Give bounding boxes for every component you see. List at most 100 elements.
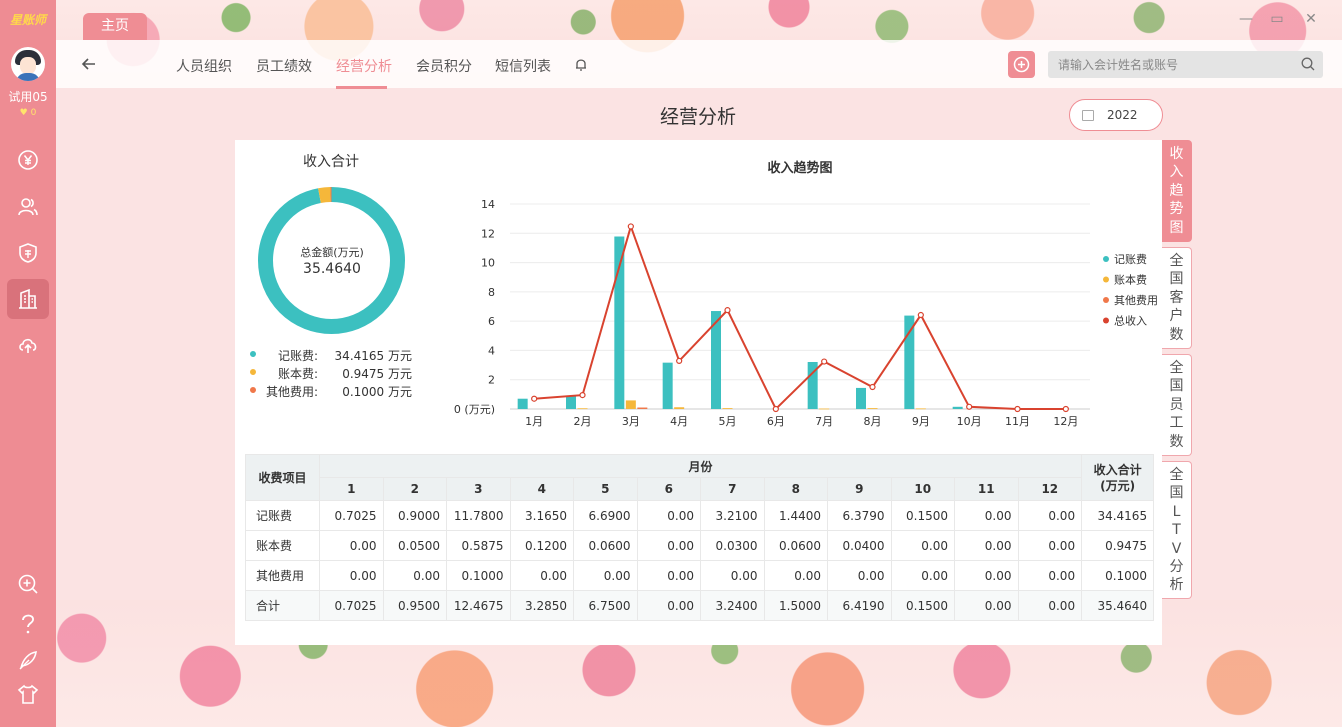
search-box	[1048, 51, 1323, 78]
row-total: 35.4640	[1081, 590, 1155, 621]
bar-记账费	[856, 387, 866, 409]
search-icon[interactable]	[1301, 57, 1315, 71]
legend-label: 其他费用:	[265, 385, 318, 399]
y-tick-label: 10	[481, 257, 495, 270]
legend-dot	[250, 369, 256, 375]
line-point	[772, 405, 779, 413]
table-cell: 0.00	[954, 590, 1019, 621]
table-cell: 0.00	[382, 560, 447, 591]
table-header-month-5: 5	[573, 477, 638, 501]
donut-legend-other: 其他费用: 0.1000 万元	[248, 383, 418, 399]
tab-performance[interactable]: 员工绩效	[256, 56, 312, 76]
table-cell: 0.00	[1017, 500, 1083, 531]
side-tab-char: L	[1172, 503, 1181, 520]
tab-business-analysis[interactable]: 经营分析	[336, 56, 392, 76]
table-cell: 0.00	[700, 560, 765, 591]
bar-账本费	[915, 408, 926, 410]
side-tab-char: 趋	[1169, 182, 1184, 199]
tab-member-points[interactable]: 会员积分	[416, 56, 472, 76]
sidebar-item-enterprise[interactable]	[7, 279, 49, 319]
tab-personnel[interactable]: 人员组织	[176, 56, 232, 76]
table-row: 账本费 0.00 0.0500 0.5875 0.1200 0.0600 0.00 0.030…	[245, 530, 1155, 561]
add-button[interactable]	[1008, 51, 1035, 78]
x-tick-label: 10月	[957, 415, 982, 428]
brand-logo: 星账师	[9, 13, 46, 27]
tab-sms-list[interactable]: 短信列表	[495, 56, 551, 76]
legend-value: 34.4165 万元	[334, 349, 412, 363]
side-tab-ltv-analysis[interactable]: 全国LTV分析	[1162, 461, 1192, 599]
year-picker[interactable]: 2022	[1069, 99, 1163, 131]
row-label: 合计	[245, 590, 320, 621]
back-arrow-icon[interactable]	[80, 55, 98, 73]
minimize-button[interactable]: —	[1238, 11, 1254, 27]
close-button[interactable]: ✕	[1303, 11, 1319, 27]
table-header-month-6: 6	[636, 477, 701, 501]
row-total: 0.1000	[1081, 560, 1155, 591]
side-tab-national-employees[interactable]: 全国员工数	[1162, 354, 1192, 456]
side-tab-national-customers[interactable]: 全国客户数	[1162, 247, 1192, 349]
bar-其他费用	[637, 407, 648, 409]
table-cell: 0.9000	[382, 500, 447, 531]
table-header-month-8: 8	[763, 477, 828, 501]
donut-legend-bookkeeping: 记账费: 34.4165 万元	[248, 347, 418, 363]
sidebar-item-cloud[interactable]	[7, 325, 49, 365]
legend-label: 账本费:	[277, 367, 318, 381]
sidebar-item-finance[interactable]	[7, 140, 49, 180]
x-tick-label: 8月	[864, 415, 882, 428]
y-tick-label: 0 (万元)	[454, 403, 495, 416]
table-cell: 3.2400	[700, 590, 765, 621]
side-tab-revenue-trend[interactable]: 收入趋势图	[1162, 140, 1192, 242]
tab-home[interactable]: 主页	[83, 13, 147, 40]
maximize-button[interactable]: ▭	[1269, 11, 1285, 27]
donut-legend-ledger: 账本费: 0.9475 万元	[248, 365, 418, 381]
line-point	[821, 358, 828, 365]
table-header-item: 收费项目	[245, 454, 320, 501]
points-value: 0	[30, 108, 37, 118]
table-header-month-1: 1	[319, 477, 384, 501]
table-cell: 0.0600	[573, 530, 638, 561]
heart-icon: ♥	[19, 108, 28, 118]
line-point	[627, 223, 634, 230]
bar-记账费	[517, 398, 528, 409]
table-cell: 0.1500	[890, 500, 955, 531]
table-cell: 3.2850	[509, 590, 574, 621]
line-point	[676, 357, 683, 364]
line-point	[966, 403, 973, 410]
x-tick-label: 1月	[525, 415, 543, 428]
y-tick-label: 4	[488, 344, 495, 357]
table-cell: 6.6900	[573, 500, 638, 531]
sidebar-item-skin[interactable]	[7, 674, 49, 714]
bar-记账费	[566, 395, 576, 409]
side-tab-char: 国	[1169, 271, 1184, 288]
side-tab-char: T	[1172, 522, 1181, 539]
sidebar-item-help[interactable]	[7, 604, 49, 644]
user-name[interactable]: 试用05	[0, 88, 56, 105]
revenue-trend-chart: 收入趋势图 0 (万元) 2 4 6 8 10 12 14 1月 2月 3月 4月 5月 6月 7月 8月 9月 1…	[454, 160, 1158, 428]
side-tab-char: 分	[1169, 559, 1184, 576]
sidebar: 星账师 试用05 ♥ 0	[0, 0, 56, 727]
table-cell: 0.00	[636, 500, 701, 531]
bell-icon[interactable]	[574, 57, 588, 72]
sidebar-item-customers[interactable]	[7, 187, 49, 227]
table-cell: 0.5875	[446, 530, 511, 561]
search-input[interactable]	[1048, 51, 1298, 78]
table-cell: 0.00	[954, 560, 1019, 591]
line-point	[579, 391, 586, 399]
table-cell: 0.00	[636, 530, 701, 561]
sidebar-item-tax[interactable]	[7, 233, 49, 273]
table-cell: 1.4400	[763, 500, 828, 531]
avatar[interactable]	[11, 47, 45, 81]
table-cell: 0.00	[890, 560, 955, 591]
x-tick-label: 2月	[574, 415, 592, 428]
table-cell: 0.00	[890, 530, 955, 561]
legend-marker	[1103, 297, 1109, 303]
bar-记账费	[952, 406, 963, 409]
y-tick-label: 14	[481, 198, 495, 211]
table-cell: 0.00	[636, 560, 701, 591]
table-cell: 0.1000	[446, 560, 511, 591]
y-tick-label: 6	[488, 315, 495, 328]
line-point	[917, 311, 924, 319]
sidebar-item-zoom[interactable]	[7, 564, 49, 604]
y-tick-label: 2	[488, 374, 495, 387]
table-cell: 0.00	[954, 500, 1019, 531]
